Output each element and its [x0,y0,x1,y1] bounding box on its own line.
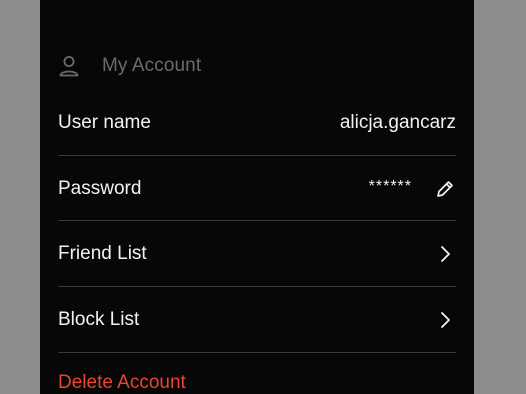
row-password[interactable]: Password ****** [58,156,456,222]
row-user-name: User name alicja.gancarz [58,90,456,156]
divider [58,352,456,353]
chevron-right-icon [434,309,456,331]
chevron-right-icon [434,243,456,265]
block-list-label: Block List [58,309,140,330]
friend-list-label: Friend List [58,243,147,264]
user-name-label: User name [58,112,151,133]
user-icon [58,54,80,78]
pencil-icon[interactable] [434,178,456,200]
settings-panel: My Account User name alicja.gancarz Pass… [40,0,474,394]
user-name-value: alicja.gancarz [339,112,456,133]
password-masked-value: ****** [368,178,412,195]
section-header-my-account: My Account [58,52,201,80]
row-friend-list[interactable]: Friend List [58,221,456,287]
section-title: My Account [102,55,202,76]
row-block-list[interactable]: Block List [58,287,456,353]
delete-account-button[interactable]: Delete Account [58,372,186,394]
password-label: Password [58,178,142,199]
